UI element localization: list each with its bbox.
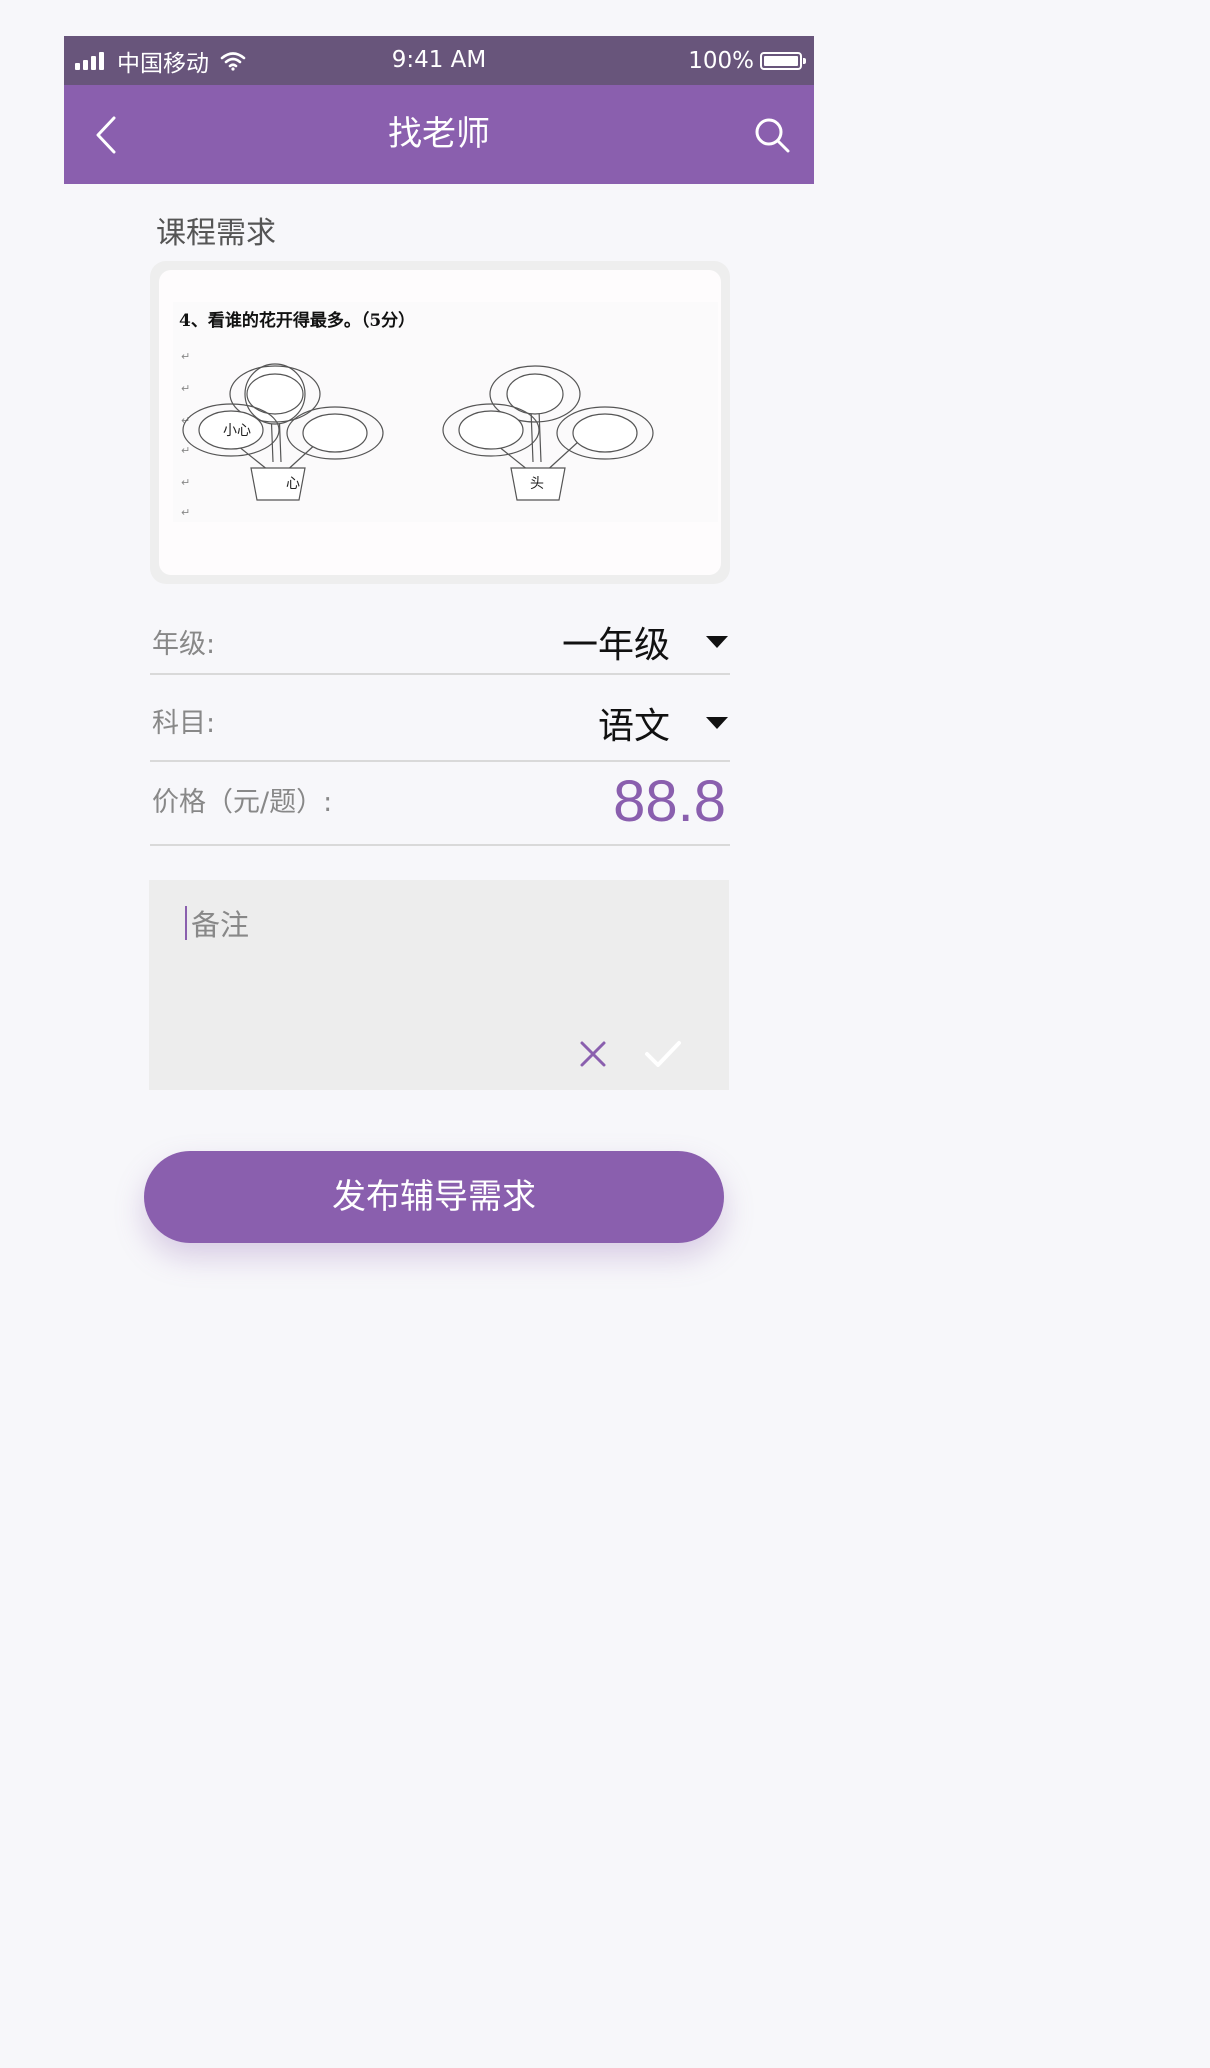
course-image-card[interactable]: 4、看谁的花开得最多。（5分） ↵ ↵ ↵ ↵ ↵ ↵ 小心 心 头 [150,261,730,584]
course-section-title: 课程需求 [156,216,276,251]
svg-text:↵: ↵ [181,350,190,363]
course-image: 4、看谁的花开得最多。（5分） ↵ ↵ ↵ ↵ ↵ ↵ 小心 心 头 [159,270,721,575]
battery-percent: 100% [688,47,754,74]
page-title: 找老师 [388,114,490,154]
worksheet-image: 4、看谁的花开得最多。（5分） ↵ ↵ ↵ ↵ ↵ ↵ 小心 心 头 [173,302,718,522]
left-flower-label: 小心 [223,423,251,439]
worksheet-question: 4、看谁的花开得最多。（5分） [179,310,415,331]
search-icon[interactable] [752,115,792,155]
price-value[interactable]: 88.8 [613,768,726,835]
svg-text:↵: ↵ [181,476,190,489]
svg-text:↵: ↵ [181,382,190,395]
grade-row[interactable]: 年级: 一年级 [150,606,730,675]
status-bar: 中国移动 9:41 AM 100% [64,36,814,85]
subject-row[interactable]: 科目: 语文 [150,673,730,762]
battery-icon [760,51,806,70]
grade-dropdown-arrow-icon[interactable] [706,636,728,648]
svg-text:↵: ↵ [181,506,190,519]
subject-value[interactable]: 语文 [598,697,670,749]
right-pot-label: 头 [530,476,544,492]
notes-input[interactable]: 备注 [149,880,729,1090]
subject-dropdown-arrow-icon[interactable] [706,717,728,729]
subject-label: 科目: [152,708,216,739]
check-icon[interactable] [643,1038,683,1070]
publish-request-button[interactable]: 发布辅导需求 [144,1151,724,1243]
left-pot-label: 心 [286,476,300,492]
notes-placeholder: 备注 [191,908,250,942]
price-row[interactable]: 价格（元/题）: 88.8 [150,760,730,846]
nav-bar: 找老师 [64,85,814,184]
grade-label: 年级: [152,629,216,660]
grade-value[interactable]: 一年级 [562,616,670,668]
svg-text:↵: ↵ [181,444,190,457]
price-label: 价格（元/题）: [152,787,333,818]
text-caret [185,906,187,940]
close-icon[interactable] [577,1038,609,1070]
status-right: 100% [688,36,806,85]
